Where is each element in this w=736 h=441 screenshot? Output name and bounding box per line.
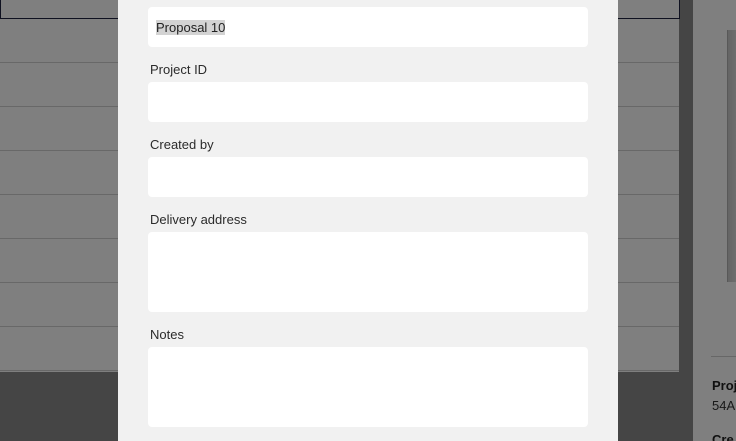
- project-id-label: Project ID: [150, 62, 208, 77]
- created-by-input[interactable]: [148, 157, 588, 197]
- proposal-name-value: Proposal 10: [156, 19, 226, 35]
- proposal-name-input[interactable]: Proposal 10: [148, 7, 588, 47]
- notes-label: Notes: [150, 327, 184, 342]
- delivery-address-label: Delivery address: [150, 212, 247, 227]
- edit-proposal-modal: Proposal 10 Project ID Created by Delive…: [118, 0, 618, 441]
- notes-textarea[interactable]: [148, 347, 588, 427]
- app-screen: Proj 54A Cre Proposal 10 Project ID Crea…: [0, 0, 736, 441]
- project-id-input[interactable]: [148, 82, 588, 122]
- created-by-label: Created by: [150, 137, 214, 152]
- delivery-address-textarea[interactable]: [148, 232, 588, 312]
